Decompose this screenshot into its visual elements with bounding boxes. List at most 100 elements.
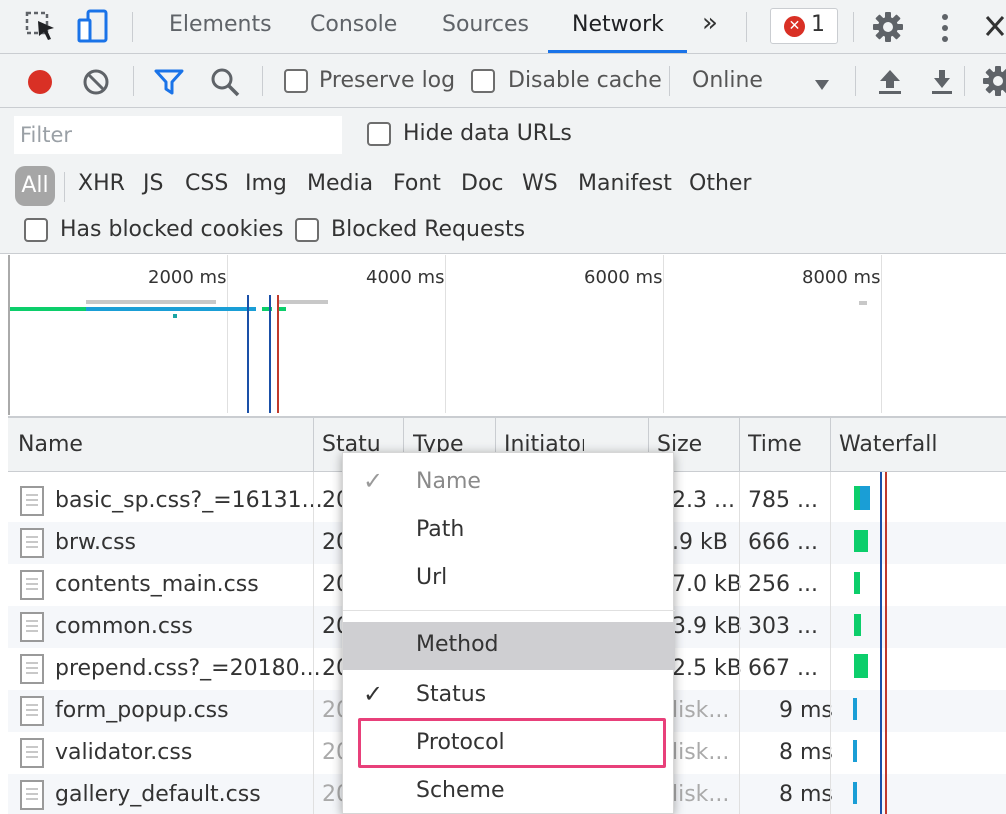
close-devtools-icon[interactable] [984,14,1006,46]
file-icon [20,486,44,516]
error-count: 1 [811,12,825,37]
checkmark-icon: ✓ [363,467,384,495]
menu-item-name: ✓ Name [363,467,481,495]
type-filter-doc[interactable]: Doc [461,171,504,196]
overview-bar-gray [86,300,216,304]
waterfall-bar [854,654,868,678]
waterfall-bar [854,614,861,636]
waterfall-bar [853,740,857,762]
overview-tick-label: 6000 ms [584,267,663,288]
record-icon[interactable] [26,68,54,102]
menu-separator [343,610,675,611]
search-icon[interactable] [210,67,240,103]
request-size: 7.0 kB [672,572,742,597]
type-filter-js[interactable]: JS [143,171,163,196]
devtools-tab-bar: Elements Console Sources Network » ✕ 1 [0,0,1006,54]
active-tab-indicator [548,50,687,53]
column-header-time[interactable]: Time [748,432,802,457]
overview-bar-green [10,307,86,311]
dom-content-loaded-marker [269,295,271,413]
request-name: form_popup.css [55,698,229,723]
type-filter-css[interactable]: CSS [185,171,228,196]
toolbar-separator [964,66,965,96]
column-header-name[interactable]: Name [18,432,83,457]
type-filter-img[interactable]: Img [245,171,287,196]
overview-tick-label: 4000 ms [366,267,445,288]
waterfall-bar [853,698,857,720]
settings-gear-icon[interactable] [872,11,904,49]
has-blocked-cookies-checkbox[interactable] [24,218,48,242]
overview-gridline [881,255,882,413]
column-separator [739,418,740,474]
request-size: lisk... [672,782,730,807]
request-time: 8 ms [779,782,833,807]
type-filter-media[interactable]: Media [307,171,373,196]
request-name: validator.css [55,740,193,765]
export-har-icon[interactable] [930,66,954,102]
menu-item-scheme[interactable]: Scheme [343,768,675,814]
column-header-waterfall[interactable]: Waterfall [839,432,937,457]
hide-data-urls-checkbox[interactable] [367,122,391,146]
error-count-badge[interactable]: ✕ 1 [770,8,838,44]
network-overview-timeline[interactable]: 2000 ms 4000 ms 6000 ms 8000 ms [8,255,1006,415]
device-toolbar-icon[interactable] [76,8,112,50]
request-size: lisk... [672,740,730,765]
request-size: .9 kB [672,530,728,555]
blocked-requests-label: Blocked Requests [331,217,526,242]
tab-console[interactable]: Console [310,12,397,37]
tab-network[interactable]: Network [572,12,664,37]
filter-input[interactable] [14,116,342,154]
file-icon [20,738,44,768]
waterfall-bar [854,530,868,552]
type-filter-manifest[interactable]: Manifest [578,171,672,196]
request-size: lisk... [672,698,730,723]
filter-area: Hide data URLs All XHR JS CSS Img Media … [0,108,1006,254]
more-tabs-button[interactable]: » [702,8,718,38]
tab-separator [132,12,133,42]
type-filter-font[interactable]: Font [393,171,441,196]
type-filter-xhr[interactable]: XHR [78,171,125,196]
request-name: prepend.css?_=20180... [55,656,321,681]
network-settings-gear-icon[interactable] [982,65,1006,103]
waterfall-load-line [885,472,887,814]
import-har-icon[interactable] [876,66,904,102]
file-icon [20,780,44,810]
request-time: 667 ... [748,656,818,681]
overview-bar-blue [86,307,256,311]
column-separator [830,418,831,474]
waterfall-bar [853,782,857,804]
tab-sources[interactable]: Sources [442,12,529,37]
tab-separator [746,12,747,42]
blocked-requests-checkbox[interactable] [295,218,319,242]
menu-item-url[interactable]: Url [343,555,675,603]
throttling-select[interactable]: Online [692,68,763,93]
overview-bar-gray [278,300,328,304]
request-time: 785 ... [748,488,818,513]
has-blocked-cookies-label: Has blocked cookies [60,217,284,242]
type-filter-other[interactable]: Other [689,171,751,196]
menu-item-method[interactable]: Method [343,622,675,670]
file-icon [20,528,44,558]
menu-item-path[interactable]: Path [343,507,675,555]
disable-cache-checkbox[interactable] [471,69,495,93]
inspect-element-icon[interactable] [24,8,58,50]
tab-elements[interactable]: Elements [169,12,272,37]
clear-icon[interactable] [82,68,110,102]
type-filter-ws[interactable]: WS [522,171,558,196]
column-line [313,472,314,814]
filter-funnel-icon[interactable] [154,68,184,102]
type-filter-all[interactable]: All [15,166,55,206]
hide-data-urls-label: Hide data URLs [403,121,572,146]
request-time: 303 ... [748,614,818,639]
request-name: common.css [55,614,193,639]
overview-tick-label: 2000 ms [148,267,227,288]
kebab-menu-icon[interactable] [936,12,954,50]
request-size: 2.3 ... [672,488,735,513]
dropdown-arrow-icon[interactable] [813,73,831,98]
protocol-highlight-box [358,718,666,768]
overview-gridline [445,255,446,413]
preserve-log-checkbox[interactable] [284,69,308,93]
toolbar-separator [262,66,263,96]
menu-item-status[interactable]: ✓ Status [343,672,675,720]
column-separator [313,418,314,474]
